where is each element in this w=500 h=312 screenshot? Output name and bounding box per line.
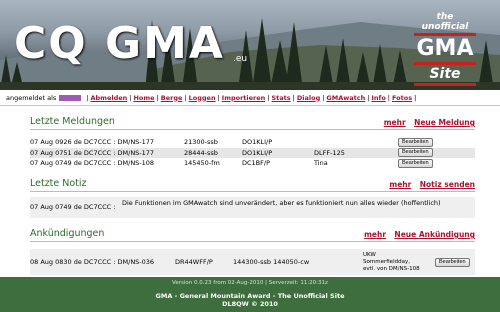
ank-note-line3: evtl. von DM/NS-108 [363, 265, 420, 272]
section-ankuendigungen: Ankündigungen mehr Neue Ankündigung 08 A… [30, 225, 475, 275]
section-notiz: Letzte Notiz mehr Notiz senden 07 Aug 07… [30, 175, 475, 218]
site-tld: .eu [233, 54, 248, 64]
section-title: Letzte Meldungen [30, 116, 115, 127]
username-badge [59, 94, 82, 101]
nav-info[interactable]: Info [371, 94, 385, 102]
notiz-more-link[interactable]: mehr [389, 180, 411, 189]
site-logo[interactable]: CQ GMA [14, 14, 225, 74]
row-qrg: 28444-ssb [184, 148, 218, 157]
row-call: DO1KLI/P [242, 138, 273, 147]
footer-title: GMA - General Mountain Award - The Unoff… [155, 292, 345, 300]
edit-button[interactable]: Bearbeiten [435, 257, 470, 267]
nav-stats[interactable]: Stats [272, 94, 291, 102]
main-content: Letzte Meldungen mehr Neue Meldung 07 Au… [0, 107, 500, 277]
table-row: 07 Aug 0749 de DC7CCC : DM/NS-108 145450… [30, 158, 475, 169]
site-header: CQ GMA .eu the unofficial GMA Site [0, 0, 500, 90]
new-meldung-link[interactable]: Neue Meldung [414, 118, 475, 127]
badge-line2: GMA [416, 36, 474, 61]
meldungen-more-link[interactable]: mehr [384, 118, 406, 127]
edit-button[interactable]: Bearbeiten [398, 148, 433, 158]
ank-note-line2: Sommerfieldday, [363, 258, 410, 265]
nav-home[interactable]: Home [133, 94, 154, 102]
row-extra: DLFF-125 [314, 148, 345, 157]
row-call: DC1BF/P [242, 159, 270, 168]
new-ankuendigung-link[interactable]: Neue Ankündigung [394, 230, 475, 239]
ank-qrg: 144300-ssb 144050-cw [233, 258, 310, 266]
badge-line3: Site [429, 66, 461, 82]
row-qrg: 21300-ssb [184, 138, 218, 147]
table-row: 07 Aug 0926 de DC7CCC : DM/NS-177 21300-… [30, 137, 475, 148]
unofficial-gma-badge: the unofficial GMA Site [414, 12, 476, 86]
nav-loggen[interactable]: Loggen [189, 94, 216, 102]
nav-dialog[interactable]: Dialog [297, 94, 320, 102]
ank-note-line1: UKW [363, 251, 376, 258]
row-extra: Tina [314, 159, 328, 168]
nav-importieren[interactable]: Importieren [222, 94, 266, 102]
footer-version: Version 0.0.23 from 02-Aug-2010 | Server… [172, 280, 328, 286]
ank-note: UKW Sommerfieldday, evtl. von DM/NS-108 [363, 252, 435, 273]
ank-ref: DR44WFF/P [175, 258, 213, 266]
nav-gmawatch[interactable]: GMAwatch [326, 94, 365, 102]
edit-button[interactable]: Bearbeiten [398, 137, 433, 147]
table-row: 07 Aug 0751 de DC7CCC : DM/NS-177 28444-… [30, 147, 475, 158]
footer-copyright: DL8QW © 2010 [222, 300, 278, 308]
row-time: 07 Aug 0926 de DC7CCC : DM/NS-177 [30, 138, 155, 147]
notiz-time: 07 Aug 0749 de DC7CCC : [30, 203, 116, 211]
row-qrg: 145450-fm [184, 159, 220, 168]
badge-line1: the unofficial [421, 12, 469, 32]
notiz-row: 07 Aug 0749 de DC7CCC : Die Funktionen i… [30, 197, 475, 218]
notiz-text: Die Funktionen im GMAwatch sind unveränd… [122, 199, 441, 207]
row-time: 07 Aug 0751 de DC7CCC : DM/NS-177 [30, 148, 155, 157]
row-call: DO1KLI/P [242, 148, 273, 157]
ankuendigung-row: 08 Aug 0830 de DC7CCC : DM/NS-036 DR44WF… [30, 249, 475, 275]
section-title: Ankündigungen [30, 228, 105, 239]
ankuendigungen-more-link[interactable]: mehr [364, 230, 386, 239]
site-footer: Version 0.0.23 from 02-Aug-2010 | Server… [0, 277, 500, 312]
send-notiz-link[interactable]: Notiz senden [420, 180, 475, 189]
edit-button[interactable]: Bearbeiten [398, 158, 433, 168]
nav-fotos[interactable]: Fotos [392, 94, 412, 102]
section-title: Letzte Notiz [30, 178, 87, 189]
nav-berge[interactable]: Berge [161, 94, 183, 102]
nav-abmelden[interactable]: Abmelden [90, 94, 127, 102]
main-nav: angemeldet als | Abmelden | Home | Berge | L… [0, 90, 500, 106]
section-meldungen: Letzte Meldungen mehr Neue Meldung 07 Au… [30, 113, 475, 169]
ank-time: 08 Aug 0830 de DC7CCC : DM/NS-036 [30, 258, 155, 266]
logged-in-label: angemeldet als [6, 93, 57, 102]
row-time: 07 Aug 0749 de DC7CCC : DM/NS-108 [30, 159, 155, 168]
